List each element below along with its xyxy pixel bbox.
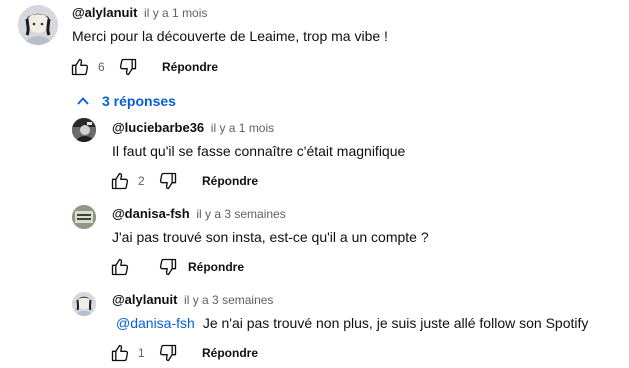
- timestamp[interactable]: il y a 1 mois: [144, 6, 207, 20]
- thumbs-down-icon[interactable]: [116, 55, 140, 79]
- like-count: 6: [98, 60, 105, 74]
- comment-header: @danisa-fsh il y a 3 semaines: [112, 206, 286, 221]
- chevron-up-icon: [76, 94, 90, 108]
- thumbs-down-icon[interactable]: [156, 255, 180, 279]
- author-name[interactable]: @alylanuit: [112, 292, 177, 307]
- timestamp[interactable]: il y a 3 semaines: [184, 293, 273, 307]
- reply-text: Je n'ai pas trouvé non plus, je suis jus…: [202, 315, 589, 331]
- reply-button[interactable]: Répondre: [162, 60, 218, 74]
- author-name[interactable]: @luciebarbe36: [112, 120, 204, 135]
- author-name[interactable]: @alylanuit: [72, 5, 137, 20]
- replies-count-label[interactable]: 3 réponses: [102, 93, 176, 109]
- comment-text: Merci pour la découverte de Leaime, trop…: [72, 28, 388, 44]
- avatar[interactable]: [18, 5, 58, 45]
- comment-header: @alylanuit il y a 3 semaines: [112, 292, 273, 307]
- thumbs-up-icon[interactable]: [108, 255, 132, 279]
- thumbs-up-icon[interactable]: [108, 341, 132, 365]
- avatar[interactable]: [72, 118, 96, 142]
- avatar[interactable]: [72, 205, 96, 229]
- action-bar: 2 Répondre: [108, 169, 358, 193]
- thumbs-down-icon[interactable]: [156, 341, 180, 365]
- action-bar: Répondre: [108, 255, 358, 279]
- comment-header: @luciebarbe36 il y a 1 mois: [112, 120, 274, 135]
- thumbs-up-icon[interactable]: [68, 55, 92, 79]
- action-bar: 6 Répondre: [68, 55, 318, 79]
- mention-link[interactable]: @danisa-fsh: [116, 315, 195, 331]
- like-count: 2: [138, 174, 145, 188]
- reply-button[interactable]: Répondre: [188, 260, 244, 274]
- comment-header: @alylanuit il y a 1 mois: [72, 5, 207, 20]
- reply-button[interactable]: Répondre: [202, 346, 258, 360]
- author-name[interactable]: @danisa-fsh: [112, 206, 190, 221]
- reply-button[interactable]: Répondre: [202, 174, 258, 188]
- like-count: 1: [138, 346, 145, 360]
- thumbs-up-icon[interactable]: [108, 169, 132, 193]
- timestamp[interactable]: il y a 3 semaines: [196, 207, 285, 221]
- action-bar: 1 Répondre: [108, 341, 358, 365]
- replies-toggle[interactable]: 3 réponses: [76, 90, 176, 112]
- comment-text: J'ai pas trouvé son insta, est-ce qu'il …: [112, 229, 429, 245]
- comment-text: @danisa-fsh Je n'ai pas trouvé non plus, …: [116, 315, 588, 331]
- thumbs-down-icon[interactable]: [156, 169, 180, 193]
- timestamp[interactable]: il y a 1 mois: [211, 121, 274, 135]
- comment-text: Il faut qu'il se fasse connaître c'était…: [112, 143, 406, 159]
- avatar[interactable]: [72, 292, 96, 316]
